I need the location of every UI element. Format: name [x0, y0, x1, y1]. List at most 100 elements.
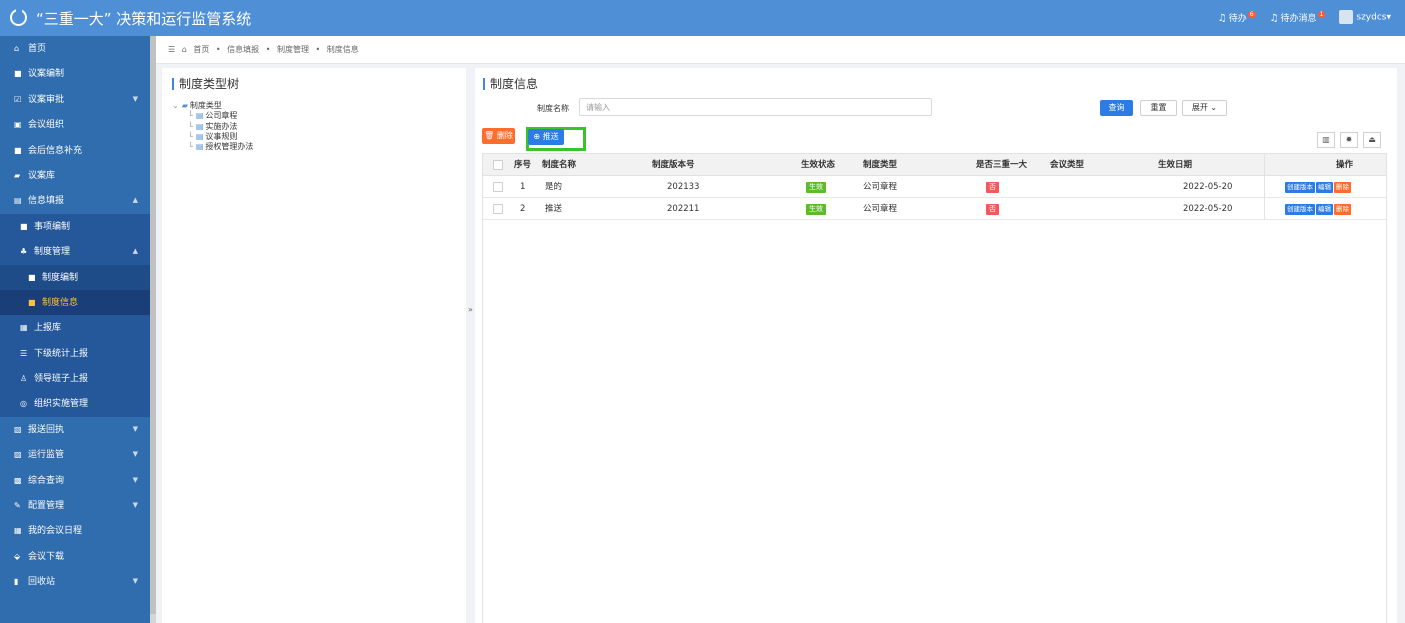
sidebar-item[interactable]: ▮ 回收站 ▼ — [0, 569, 150, 594]
doc-icon: ■ — [28, 297, 36, 307]
row-version: 202133 — [667, 182, 700, 192]
sidebar-item[interactable]: ■ 制度编制 — [0, 264, 150, 290]
top-bar: “三重一大” 决策和运行监管系统 ♫ 待办 6 ♫ 待办消息 1 szydcs▾ — [0, 0, 1405, 36]
tree-node[interactable]: └ ▤ 实施办法 — [172, 122, 253, 132]
scrollbar-thumb[interactable] — [150, 36, 156, 614]
type-tree: ⌄ ▰ 制度类型 └ ▤ 公司章程 └ ▤ 实施办法 └ ▤ 议事规则 └ ▤ 授权管理办法 — [172, 101, 253, 152]
sidebar-item[interactable]: ▩ 综合查询 ▼ — [0, 468, 150, 493]
sidebar-item[interactable]: ⬙ 会议下载 — [0, 544, 150, 569]
no-badge: 否 — [986, 182, 999, 193]
expand-button[interactable]: 展开 ⌄ — [1182, 100, 1227, 116]
sidebar-item-label: 我的会议日程 — [28, 526, 83, 537]
sidebar-item[interactable]: ▦ 上报库 — [0, 315, 150, 341]
push-button[interactable]: ⊕ 推送 — [528, 129, 564, 145]
file-icon: ▤ — [195, 121, 204, 131]
breadcrumb-system[interactable]: 制度管理 — [277, 45, 309, 54]
row-delete-button[interactable]: 删除 — [1334, 182, 1351, 193]
sidebar-item[interactable]: ♙ 领导班子上报 — [0, 366, 150, 392]
query-button[interactable]: 查询 — [1100, 100, 1133, 116]
edit-button[interactable]: 编辑 — [1316, 204, 1333, 215]
col-actions: 操作 — [1336, 160, 1354, 170]
sidebar-item[interactable]: ✎ 配置管理 ▼ — [0, 493, 150, 518]
col-version: 制度版本号 — [652, 160, 695, 170]
expand-arrow-icon[interactable]: ⌄ — [172, 101, 179, 110]
table-row[interactable]: 1 是的 202133 生效 公司章程 否 2022-05-20 创建版本 编辑删… — [483, 176, 1386, 198]
sidebar-item[interactable]: ▧ 报送回执 ▼ — [0, 417, 150, 442]
sidebar-item-label: 上报库 — [34, 323, 62, 334]
check-icon: ☑ — [14, 94, 22, 104]
gear-icon: ✎ — [14, 501, 21, 511]
columns-icon[interactable]: ▥ — [1317, 132, 1335, 148]
reset-button[interactable]: 重置 — [1140, 100, 1177, 116]
home-icon: ⌂ — [14, 44, 20, 53]
sidebar-item[interactable]: ■ 事项编制 — [0, 213, 150, 240]
row-delete-button[interactable]: 删除 — [1334, 204, 1351, 215]
row-checkbox[interactable] — [493, 204, 503, 214]
tree-node[interactable]: └ ▤ 公司章程 — [172, 111, 253, 121]
row-actions: 创建版本 编辑 删除 — [1285, 176, 1352, 198]
tree-connector: └ — [188, 111, 193, 121]
todo-message-link[interactable]: ♫ 待办消息 1 — [1270, 10, 1326, 24]
sidebar-item[interactable]: ▨ 运行监管 ▼ — [0, 442, 150, 467]
row-checkbox[interactable] — [493, 182, 503, 192]
breadcrumb: ☰ ⌂ 首页 • 信息填报 • 制度管理 • 制度信息 — [156, 36, 1405, 64]
user-menu[interactable]: szydcs▾ — [1339, 10, 1391, 24]
sidebar-item-label: 信息填报 — [28, 196, 65, 207]
tree-node[interactable]: └ ▤ 授权管理办法 — [172, 142, 253, 152]
sidebar-item[interactable]: ☑ 议案审批 ▼ — [0, 87, 150, 112]
column-divider — [1264, 154, 1265, 220]
tree-connector: └ — [188, 131, 193, 141]
tree-root[interactable]: ⌄ ▰ 制度类型 — [172, 101, 253, 111]
sidebar-item[interactable]: ▦ 我的会议日程 — [0, 518, 150, 543]
sidebar-item[interactable]: ☰ 下级统计上报 — [0, 340, 150, 367]
monitor-icon: ▨ — [14, 450, 22, 460]
create-version-button[interactable]: 创建版本 — [1285, 204, 1315, 215]
table-row[interactable]: 2 推送 202211 生效 公司章程 否 2022-05-20 创建版本 编辑删… — [483, 198, 1386, 220]
tree-root-label: 制度类型 — [189, 101, 222, 110]
export-icon[interactable]: ⏏ — [1363, 132, 1381, 148]
table-header: 序号 制度名称 制度版本号 生效状态 制度类型 是否三重一大 会议类型 生效日期… — [483, 154, 1386, 176]
sidebar-item-label: 制度编制 — [42, 272, 79, 283]
sidebar-item[interactable]: ⌂ 首页 — [0, 36, 150, 61]
sidebar-item-label: 运行监管 — [28, 450, 65, 461]
username: szydcs▾ — [1356, 12, 1391, 23]
select-all-checkbox[interactable] — [493, 160, 503, 170]
chevron-up-icon: ▲ — [132, 247, 138, 256]
chevron-down-icon: ▼ — [132, 475, 138, 484]
sidebar-item[interactable]: ■ 议案编制 — [0, 61, 150, 86]
row-is-sanzhong: 否 — [986, 176, 999, 198]
delete-button[interactable]: 🗑 删除 — [482, 128, 515, 144]
status-badge: 生效 — [806, 204, 826, 215]
sidebar-item[interactable]: ■ 会后信息补充 — [0, 138, 150, 163]
sidebar-item[interactable]: ▣ 会议组织 — [0, 112, 150, 137]
edit-button[interactable]: 编辑 — [1316, 182, 1333, 193]
sidebar-item-label: 会后信息补充 — [28, 145, 83, 156]
tree-node-label: 公司章程 — [205, 111, 238, 121]
settings-icon[interactable]: ✹ — [1340, 132, 1358, 148]
tree-panel-title: 制度类型树 — [172, 78, 239, 90]
rule-name-input[interactable] — [579, 98, 932, 116]
col-name: 制度名称 — [542, 160, 577, 170]
sidebar-item[interactable]: ■ 制度信息 — [0, 289, 150, 316]
breadcrumb-home[interactable]: 首页 — [193, 45, 209, 54]
menu-toggle-icon[interactable]: ☰ — [168, 45, 175, 54]
breadcrumb-info[interactable]: 信息填报 — [227, 45, 259, 54]
row-version: 202211 — [667, 204, 700, 214]
todo-message-label: 待办消息 — [1280, 13, 1317, 24]
sidebar-item-label: 综合查询 — [28, 475, 65, 486]
sidebar-item-label: 会议下载 — [28, 551, 65, 562]
status-badge: 生效 — [806, 182, 826, 193]
topbar-right: ♫ 待办 6 ♫ 待办消息 1 szydcs▾ — [1218, 10, 1391, 24]
sidebar-item-label: 下级统计上报 — [34, 348, 89, 359]
sidebar-item[interactable]: ▤ 信息填报 ▲ — [0, 188, 150, 213]
filter-label: 制度名称 — [537, 104, 569, 113]
tree-node[interactable]: └ ▤ 议事规则 — [172, 132, 253, 142]
todo-link[interactable]: ♫ 待办 6 — [1218, 10, 1256, 24]
sidebar-item[interactable]: ▰ 议案库 — [0, 163, 150, 188]
sidebar-item[interactable]: ◎ 组织实施管理 — [0, 391, 150, 417]
create-version-button[interactable]: 创建版本 — [1285, 182, 1315, 193]
sidebar-scrollbar[interactable] — [150, 36, 156, 623]
panel-collapse-toggle[interactable]: » — [466, 300, 475, 320]
sidebar-item-label: 议案库 — [28, 170, 56, 181]
sidebar-item[interactable]: ♣ 制度管理 ▲ — [0, 239, 150, 265]
